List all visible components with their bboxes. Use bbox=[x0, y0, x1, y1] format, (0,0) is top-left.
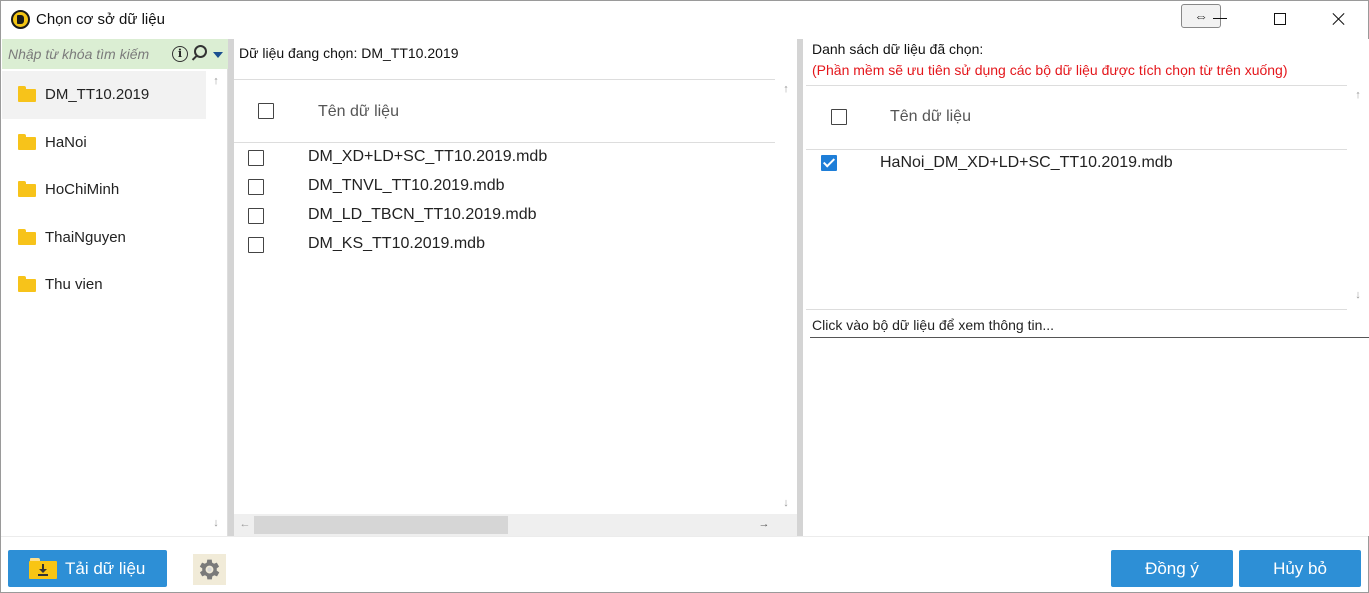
row-checkbox-checked[interactable] bbox=[821, 155, 837, 171]
folder-list: DM_TT10.2019 HaNoi HoChiMinh ThaiNguyen … bbox=[2, 71, 206, 309]
folder-icon bbox=[18, 228, 36, 245]
data-files-hscrollbar[interactable]: ← → bbox=[234, 514, 775, 536]
scroll-up-arrow-icon[interactable]: ↑ bbox=[778, 83, 794, 95]
folder-icon bbox=[18, 133, 36, 150]
table-row[interactable]: DM_TNVL_TT10.2019.mdb bbox=[234, 172, 775, 201]
table-row[interactable]: HaNoi_DM_XD+LD+SC_TT10.2019.mdb bbox=[806, 150, 1347, 178]
app-window: Chọn cơ sở dữ liệu ⇔ i DM_TT10.2019 HaNo… bbox=[0, 0, 1369, 593]
row-label: DM_XD+LD+SC_TT10.2019.mdb bbox=[308, 148, 548, 165]
hscroll-thumb[interactable] bbox=[254, 516, 508, 534]
folder-item-thu-vien[interactable]: Thu vien bbox=[2, 261, 206, 309]
search-icon[interactable] bbox=[193, 45, 207, 63]
scroll-down-arrow-icon[interactable]: ↓ bbox=[208, 517, 224, 529]
scroll-corner bbox=[775, 514, 797, 536]
gear-icon bbox=[199, 559, 220, 580]
folder-label: ThaiNguyen bbox=[45, 228, 126, 246]
folder-item-dm-tt10-2019[interactable]: DM_TT10.2019 bbox=[2, 71, 206, 119]
row-checkbox[interactable] bbox=[248, 208, 264, 224]
selected-list-header: Danh sách dữ liệu đã chọn: bbox=[812, 41, 984, 57]
scroll-up-arrow-icon[interactable]: ↑ bbox=[208, 75, 224, 87]
scroll-down-arrow-icon[interactable]: ↓ bbox=[778, 497, 794, 509]
table-row[interactable]: DM_XD+LD+SC_TT10.2019.mdb bbox=[234, 143, 775, 172]
table-header: Tên dữ liệu bbox=[234, 80, 775, 143]
row-checkbox[interactable] bbox=[248, 179, 264, 195]
close-icon[interactable] bbox=[1329, 9, 1349, 29]
current-selection-header: Dữ liệu đang chọn: DM_TT10.2019 bbox=[239, 45, 459, 61]
load-data-button[interactable]: Tải dữ liệu bbox=[8, 550, 167, 587]
search-input[interactable] bbox=[8, 43, 168, 65]
folder-icon bbox=[18, 86, 36, 103]
selected-data-vscrollbar[interactable]: ↑ ↓ bbox=[1347, 85, 1369, 310]
info-divider bbox=[810, 337, 1369, 338]
priority-note: (Phần mềm sẽ ưu tiên sử dụng các bộ dữ l… bbox=[812, 62, 1288, 78]
maximize-icon[interactable] bbox=[1274, 13, 1286, 25]
row-label: DM_TNVL_TT10.2019.mdb bbox=[308, 177, 505, 194]
panel-splitter-right[interactable] bbox=[797, 39, 803, 536]
row-label: DM_LD_TBCN_TT10.2019.mdb bbox=[308, 206, 537, 223]
table-row[interactable]: DM_KS_TT10.2019.mdb bbox=[234, 230, 775, 259]
settings-button[interactable] bbox=[193, 554, 226, 585]
data-info-text: Click vào bộ dữ liệu để xem thông tin... bbox=[812, 317, 1055, 333]
app-logo-icon bbox=[11, 10, 30, 29]
row-label: DM_KS_TT10.2019.mdb bbox=[308, 235, 485, 252]
info-icon[interactable]: i bbox=[172, 46, 188, 62]
table-header: Tên dữ liệu bbox=[806, 86, 1347, 150]
data-files-table: Tên dữ liệu DM_XD+LD+SC_TT10.2019.mdb DM… bbox=[234, 79, 775, 514]
data-files-panel: Dữ liệu đang chọn: DM_TT10.2019 Tên dữ l… bbox=[234, 39, 797, 536]
column-header-name: Tên dữ liệu bbox=[318, 103, 399, 120]
folder-label: HoChiMinh bbox=[45, 181, 120, 199]
folder-item-hochiminh[interactable]: HoChiMinh bbox=[2, 166, 206, 214]
folder-item-thainguyen[interactable]: ThaiNguyen bbox=[2, 214, 206, 262]
column-header-name: Tên dữ liệu bbox=[890, 108, 971, 125]
select-all-checkbox[interactable] bbox=[258, 103, 274, 119]
scroll-down-arrow-icon[interactable]: ↓ bbox=[1350, 289, 1366, 301]
cancel-button[interactable]: Hủy bỏ bbox=[1239, 550, 1361, 587]
selected-data-table: Tên dữ liệu HaNoi_DM_XD+LD+SC_TT10.2019.… bbox=[806, 85, 1347, 310]
row-label: HaNoi_DM_XD+LD+SC_TT10.2019.mdb bbox=[880, 154, 1173, 171]
title-bar: Chọn cơ sở dữ liệu ⇔ bbox=[1, 1, 1368, 37]
search-bar: i bbox=[2, 39, 228, 69]
scroll-left-arrow-icon[interactable]: ← bbox=[237, 518, 253, 530]
window-title: Chọn cơ sở dữ liệu bbox=[36, 11, 165, 28]
selected-data-panel: Danh sách dữ liệu đã chọn: (Phần mềm sẽ … bbox=[804, 39, 1369, 536]
table-row[interactable]: DM_LD_TBCN_TT10.2019.mdb bbox=[234, 201, 775, 230]
folder-panel: i DM_TT10.2019 HaNoi HoChiMinh ThaiNguye… bbox=[2, 39, 228, 536]
folder-icon bbox=[18, 276, 36, 293]
minimize-icon[interactable] bbox=[1213, 18, 1227, 19]
folder-label: DM_TT10.2019 bbox=[45, 86, 150, 104]
data-files-vscrollbar[interactable]: ↑ ↓ bbox=[775, 79, 797, 514]
download-folder-icon bbox=[29, 558, 57, 579]
folder-icon bbox=[18, 181, 36, 198]
folder-label: Thu vien bbox=[45, 276, 103, 294]
ok-button[interactable]: Đồng ý bbox=[1111, 550, 1233, 587]
scroll-right-arrow-icon[interactable]: → bbox=[756, 518, 772, 530]
load-data-label: Tải dữ liệu bbox=[65, 558, 146, 578]
chevron-down-icon[interactable] bbox=[213, 52, 223, 58]
scroll-up-arrow-icon[interactable]: ↑ bbox=[1350, 89, 1366, 101]
select-all-checkbox[interactable] bbox=[831, 109, 847, 125]
bottom-divider bbox=[1, 536, 1368, 537]
resize-toggle-button[interactable]: ⇔ bbox=[1181, 4, 1221, 28]
folder-item-hanoi[interactable]: HaNoi bbox=[2, 119, 206, 167]
folder-label: HaNoi bbox=[45, 133, 87, 151]
row-checkbox[interactable] bbox=[248, 150, 264, 166]
row-checkbox[interactable] bbox=[248, 237, 264, 253]
folder-list-scrollbar[interactable]: ↑ ↓ bbox=[206, 71, 226, 536]
